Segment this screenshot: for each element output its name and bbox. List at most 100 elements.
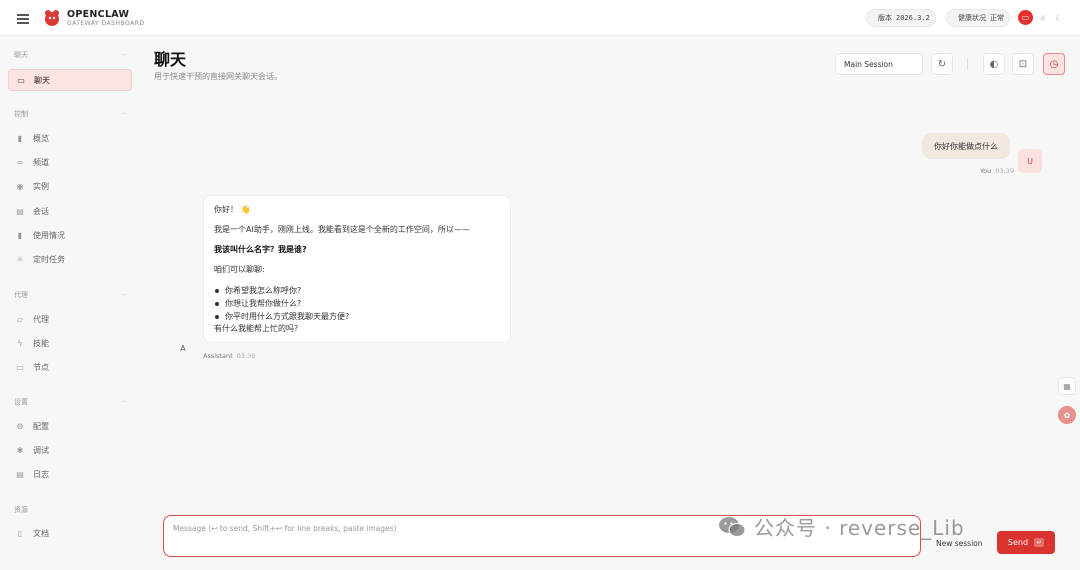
sidebar-item-label: 会话 xyxy=(33,206,49,216)
openclaw-logo xyxy=(45,10,59,26)
assistant-message-meta: Assistant 03:39 xyxy=(203,352,255,360)
sidebar-item-overview[interactable]: ▮ 概览 xyxy=(8,127,132,149)
sidebar-item-skills[interactable]: ϟ 技能 xyxy=(8,332,132,354)
sidebar-item-label: 概览 xyxy=(33,133,49,143)
sidebar-item-label: 调试 xyxy=(33,445,49,455)
assistant-bullet-list: 你希望我怎么称呼你? 你想让我帮你做什么? 你平时用什么方式跟我聊天最方便? xyxy=(214,284,500,323)
health-badge: 健康状况 正常 xyxy=(946,9,1010,27)
section-title: 设置 xyxy=(14,398,28,406)
sidebar-item-label: 技能 xyxy=(33,338,49,348)
top-bar: OPENCLAW GATEWAY DASHBOARD 版本 2026.3.2 健… xyxy=(0,0,1080,36)
send-button[interactable]: Send ↵ xyxy=(997,531,1055,554)
chat-icon: ▭ xyxy=(17,75,25,85)
sidebar-item-docs[interactable]: ▯ 文档 xyxy=(8,522,132,544)
page-title: 聊天 xyxy=(154,50,187,69)
assistant-closing: 有什么我能帮上忙的吗? xyxy=(214,324,299,333)
focus-icon[interactable]: ⊡ xyxy=(1012,53,1034,75)
page-subtitle: 用于快速干预的直接网关聊天会话。 xyxy=(154,72,282,81)
sidebar-item-label: 日志 xyxy=(33,469,49,479)
sidebar-item-label: 定时任务 xyxy=(33,254,65,264)
section-header-resources[interactable]: 资源 xyxy=(14,505,126,515)
sun-icon[interactable]: ☼ xyxy=(1036,11,1050,25)
assistant-greeting: 你好！ 👋 xyxy=(214,205,251,214)
version-badge: 版本 2026.3.2 xyxy=(866,9,936,27)
message-input[interactable]: Message (↩ to send, Shift+↩ for line bre… xyxy=(163,515,921,557)
sidebar-item-config[interactable]: ⚙ 配置 xyxy=(8,415,132,437)
sidebar-item-label: 节点 xyxy=(33,362,49,372)
user-message-bubble: 你好你能做点什么 xyxy=(922,133,1010,159)
list-item: 你希望我怎么称呼你? xyxy=(214,284,500,297)
section-title: 代理 xyxy=(14,291,28,299)
bar-chart-icon: ▮ xyxy=(17,133,23,143)
sidebar-item-channels[interactable]: ∞ 频道 xyxy=(8,151,132,173)
hamburger-menu-icon[interactable] xyxy=(14,10,32,26)
brand-subtitle: GATEWAY DASHBOARD xyxy=(67,20,145,27)
sidebar-item-label: 代理 xyxy=(33,314,49,324)
monitor-theme-icon[interactable]: ▭ xyxy=(1018,10,1033,25)
sidebar-item-label: 使用情况 xyxy=(33,230,65,240)
user-avatar: U xyxy=(1018,149,1042,173)
assistant-avatar: A xyxy=(180,343,186,353)
usage-chart-icon: ▮ xyxy=(17,230,23,240)
section-title: 控制 xyxy=(14,110,28,118)
brain-icon[interactable]: ◐ xyxy=(983,53,1005,75)
brand-title: OPENCLAW xyxy=(67,9,130,20)
sidebar-item-label: 聊天 xyxy=(34,75,50,85)
link-icon: ∞ xyxy=(16,157,24,167)
assistant-intro: 我是一个AI助手，刚刚上线。我能看到这是个全新的工作空间，所以—— xyxy=(214,225,470,234)
section-header-settings[interactable]: 设置 – xyxy=(14,397,126,407)
assistant-question: 我该叫什么名字？我是谁? xyxy=(214,245,307,254)
collapse-icon: – xyxy=(122,397,127,405)
list-item: 你想让我帮你做什么? xyxy=(214,297,500,310)
toolbar-divider xyxy=(967,58,968,70)
sidebar-item-sessions[interactable]: ▤ 会话 xyxy=(8,200,132,222)
sidebar-item-usage[interactable]: ▮ 使用情况 xyxy=(8,224,132,246)
sidebar-item-label: 配置 xyxy=(33,421,49,431)
enter-key-icon: ↵ xyxy=(1034,538,1045,547)
bug-icon: ✱ xyxy=(16,445,24,455)
sidebar-item-label: 频道 xyxy=(33,157,49,167)
sidebar-item-instances[interactable]: ◉ 实例 xyxy=(8,175,132,197)
translate-icon[interactable]: ✿ xyxy=(1058,406,1076,424)
new-session-button[interactable]: New session xyxy=(931,533,988,553)
sidebar-item-logs[interactable]: ▤ 日志 xyxy=(8,463,132,485)
version-value: 2026.3.2 xyxy=(896,14,930,22)
section-header-chat[interactable]: 聊天 – xyxy=(14,50,126,60)
sender-name: Assistant xyxy=(203,352,233,360)
refresh-icon[interactable]: ↻ xyxy=(931,53,953,75)
lightning-icon: ϟ xyxy=(17,338,23,348)
session-select[interactable]: Main Session xyxy=(835,53,923,75)
section-title: 聊天 xyxy=(14,51,28,59)
moon-icon[interactable]: ☾ xyxy=(1052,11,1066,25)
sidebar-item-cron[interactable]: ☼ 定时任务 xyxy=(8,248,132,270)
list-item: 你平时用什么方式跟我聊天最方便? xyxy=(214,310,500,323)
collapse-icon: – xyxy=(122,50,127,58)
folder-icon: ▱ xyxy=(16,314,24,324)
section-title: 资源 xyxy=(14,506,28,514)
sidebar-item-nodes[interactable]: ▭ 节点 xyxy=(8,356,132,378)
gear-icon: ⚙ xyxy=(16,421,24,431)
sidebar-item-label: 文档 xyxy=(33,528,49,538)
user-message-meta: You 03:39 xyxy=(980,167,1014,175)
broadcast-icon: ◉ xyxy=(16,181,24,191)
monitor-icon: ▭ xyxy=(16,362,24,372)
clock-icon[interactable]: ◷ xyxy=(1043,53,1065,75)
version-label: 版本 xyxy=(878,14,892,22)
assistant-message-card: 你好！ 👋 我是一个AI助手，刚刚上线。我能看到这是个全新的工作空间，所以—— … xyxy=(203,195,511,343)
message-time: 03:39 xyxy=(995,167,1014,175)
health-value: 正常 xyxy=(990,14,1004,22)
log-icon: ▤ xyxy=(16,469,24,479)
assistant-lead: 咱们可以聊聊: xyxy=(214,265,265,274)
qr-code-icon[interactable]: ▦ xyxy=(1058,377,1076,395)
sidebar-item-label: 实例 xyxy=(33,181,49,191)
section-header-agents[interactable]: 代理 – xyxy=(14,290,126,300)
collapse-icon: – xyxy=(122,109,127,117)
document-icon: ▤ xyxy=(16,206,24,216)
section-header-control[interactable]: 控制 – xyxy=(14,109,126,119)
sidebar: 聊天 – ▭ 聊天 控制 – ▮ 概览 ∞ 频道 ◉ 实例 ▤ 会话 ▮ 使用情况 … xyxy=(0,36,140,570)
sidebar-item-debug[interactable]: ✱ 调试 xyxy=(8,439,132,461)
sender-name: You xyxy=(980,167,992,175)
sidebar-item-chat[interactable]: ▭ 聊天 xyxy=(8,69,132,91)
sidebar-item-agents[interactable]: ▱ 代理 xyxy=(8,308,132,330)
book-icon: ▯ xyxy=(17,528,23,538)
